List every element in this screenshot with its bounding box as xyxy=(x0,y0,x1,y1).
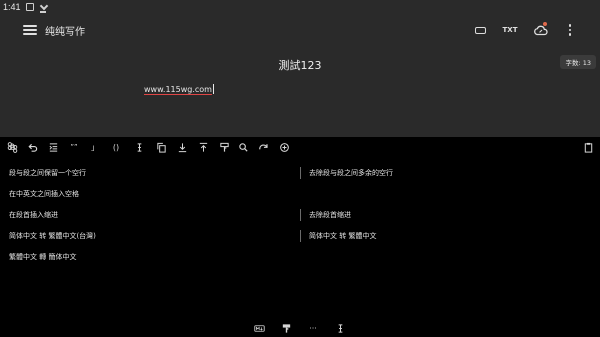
rectangle-icon xyxy=(474,26,486,34)
to-simplified-button[interactable]: 繁體中文 轉 簡体中文 xyxy=(9,252,76,262)
column-divider xyxy=(300,230,301,242)
quote-button[interactable]: ”” xyxy=(67,140,81,154)
download-notification-icon xyxy=(39,3,47,13)
status-time: 1:41 xyxy=(3,2,21,12)
bracket-button[interactable]: 」 xyxy=(88,140,102,154)
more-icon[interactable]: ··· xyxy=(306,321,320,335)
undo-icon[interactable] xyxy=(25,140,39,154)
remove-extra-blank-lines-button[interactable]: 去除段与段之间多余的空行 xyxy=(309,168,393,178)
command-icon[interactable] xyxy=(5,140,19,154)
to-traditional-button[interactable]: 简体中文 转 繁體中文 xyxy=(309,231,376,241)
search-icon[interactable] xyxy=(236,140,250,154)
more-options-button[interactable] xyxy=(562,22,578,38)
app-bar-actions: TXT xyxy=(472,22,578,38)
redo-icon[interactable] xyxy=(256,140,270,154)
menu-icon[interactable] xyxy=(23,25,37,35)
format-painter-icon[interactable] xyxy=(217,140,231,154)
format-toolbar: ”” 」 () xyxy=(0,137,600,157)
app-title: 纯纯写作 xyxy=(45,26,85,38)
word-count-badge: 字数: 13 xyxy=(560,55,596,69)
copy-icon[interactable] xyxy=(154,140,168,154)
keep-one-blank-line-button[interactable]: 段与段之间保留一个空行 xyxy=(9,168,86,178)
paint-roller-icon[interactable] xyxy=(279,321,293,335)
jump-to-top-icon[interactable] xyxy=(196,140,210,154)
text-cursor xyxy=(212,84,214,94)
document-editor[interactable]: www.115wg.com xyxy=(144,84,214,94)
text-cursor-icon[interactable] xyxy=(132,140,146,154)
markdown-icon[interactable] xyxy=(252,321,266,335)
fullscreen-button[interactable] xyxy=(472,22,488,38)
status-bar: 1:41 xyxy=(0,0,600,14)
column-divider xyxy=(300,209,301,221)
add-space-cjk-latin-button[interactable]: 在中英文之间插入空格 xyxy=(9,189,79,199)
app-bar: 纯纯写作 TXT xyxy=(0,14,600,46)
column-divider xyxy=(300,167,301,179)
document-title[interactable]: 測試123 xyxy=(0,57,600,73)
image-notification-icon xyxy=(25,3,34,11)
parentheses-button[interactable]: () xyxy=(109,140,123,154)
clipboard-icon[interactable] xyxy=(581,140,595,154)
export-txt-button[interactable]: TXT xyxy=(502,22,518,38)
add-circle-icon[interactable] xyxy=(277,140,291,154)
bottom-bar: ··· xyxy=(0,320,600,336)
jump-to-bottom-icon[interactable] xyxy=(175,140,189,154)
notification-dot xyxy=(543,22,547,26)
indent-icon[interactable] xyxy=(46,140,60,154)
tools-panel: ”” 」 () 段与段之间保留一个空行 去除段与段之间多余的空行 在中英文之间插… xyxy=(0,137,600,337)
text-cursor-icon[interactable] xyxy=(333,321,347,335)
document-body-text: www.115wg.com xyxy=(144,85,212,94)
indent-paragraph-button[interactable]: 在段首插入缩进 xyxy=(9,210,58,220)
txt-label: TXT xyxy=(502,26,518,34)
to-traditional-tw-button[interactable]: 简体中文 转 繁體中文(台灣) xyxy=(9,231,96,241)
kebab-icon xyxy=(568,24,572,36)
remove-indent-button[interactable]: 去除段首缩进 xyxy=(309,210,351,220)
cloud-sync-button[interactable] xyxy=(532,22,548,38)
